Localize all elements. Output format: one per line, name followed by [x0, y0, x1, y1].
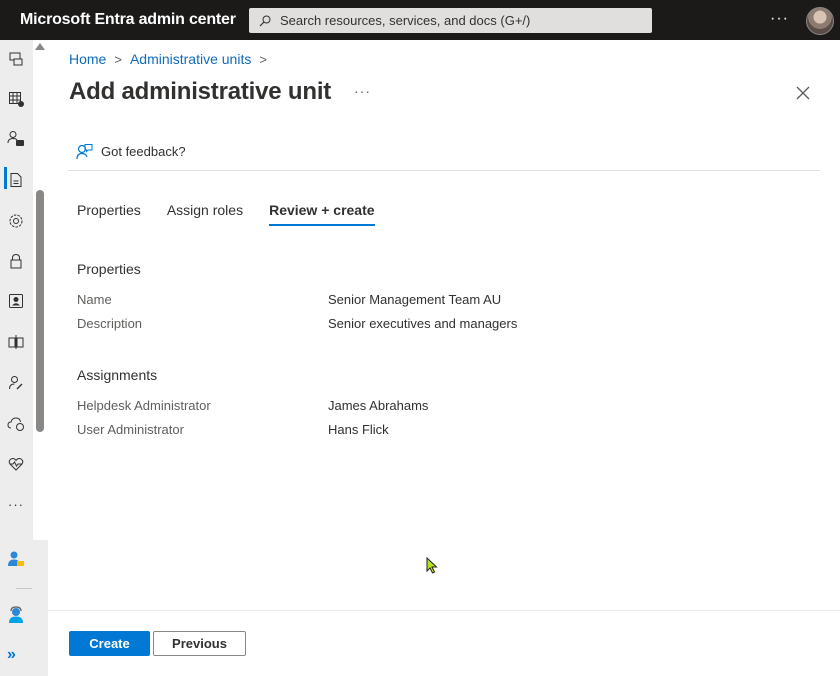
- user-avatar[interactable]: [806, 7, 834, 35]
- close-icon: [796, 86, 810, 100]
- mouse-cursor-icon: [426, 556, 438, 579]
- more-icon[interactable]: ···: [7, 495, 25, 513]
- applications-grid-icon[interactable]: [7, 90, 25, 108]
- assignee-value: James Abrahams: [328, 398, 429, 413]
- identity-governance-icon[interactable]: [7, 292, 25, 310]
- left-navigation-bottom: »: [0, 540, 48, 676]
- page-more-button[interactable]: ···: [354, 83, 371, 99]
- review-row-helpdesk-admin: Helpdesk Administrator James Abrahams: [77, 398, 428, 413]
- search-icon: [259, 15, 271, 26]
- review-row-user-admin: User Administrator Hans Flick: [77, 422, 389, 437]
- external-identities-icon[interactable]: [7, 333, 25, 351]
- tab-properties[interactable]: Properties: [77, 202, 141, 226]
- create-button[interactable]: Create: [69, 631, 150, 656]
- user-admin-icon[interactable]: [7, 550, 25, 573]
- health-icon[interactable]: [7, 455, 25, 473]
- expand-icon[interactable]: »: [7, 646, 16, 664]
- search-placeholder: Search resources, services, and docs (G+…: [280, 13, 531, 28]
- main-panel: Home > Administrative units > Add admini…: [48, 40, 840, 676]
- field-label: Name: [77, 292, 112, 307]
- field-value: Senior executives and managers: [328, 316, 518, 331]
- role-label: Helpdesk Administrator: [77, 398, 211, 413]
- lock-icon[interactable]: [7, 252, 25, 270]
- nav-separator: [16, 588, 32, 589]
- field-label: Description: [77, 316, 143, 331]
- review-row-description: Description Senior executives and manage…: [77, 316, 517, 331]
- search-input[interactable]: Search resources, services, and docs (G+…: [249, 8, 652, 33]
- scrollbar-thumb[interactable]: [36, 190, 44, 432]
- tab-review-create[interactable]: Review + create: [269, 202, 375, 226]
- support-agent-icon[interactable]: [7, 606, 25, 629]
- previous-button[interactable]: Previous: [153, 631, 246, 656]
- chevron-right-icon: >: [114, 51, 122, 67]
- chevron-right-icon: >: [259, 51, 267, 67]
- assignments-heading: Assignments: [77, 367, 158, 383]
- settings-icon[interactable]: [7, 212, 25, 230]
- header-divider: [68, 170, 820, 171]
- feedback-icon: [76, 144, 93, 160]
- feedback-label: Got feedback?: [101, 144, 186, 159]
- user-edit-icon[interactable]: [7, 374, 25, 392]
- tab-assign-roles[interactable]: Assign roles: [167, 202, 243, 226]
- page-title: Add administrative unit: [69, 78, 332, 105]
- breadcrumb: Home > Administrative units >: [69, 51, 275, 67]
- administrative-units-icon[interactable]: [7, 130, 25, 148]
- footer-divider: [48, 610, 840, 611]
- app-title[interactable]: Microsoft Entra admin center: [20, 11, 248, 29]
- review-row-name: Name Senior Management Team AU: [77, 292, 501, 307]
- breadcrumb-home[interactable]: Home: [69, 51, 106, 67]
- document-icon[interactable]: [7, 171, 25, 189]
- assignee-value: Hans Flick: [328, 422, 389, 437]
- scroll-up-arrow[interactable]: [35, 43, 45, 50]
- close-button[interactable]: [796, 86, 810, 100]
- devices-icon[interactable]: [7, 50, 25, 68]
- properties-heading: Properties: [77, 261, 141, 277]
- field-value: Senior Management Team AU: [328, 292, 502, 307]
- wizard-tabs: Properties Assign roles Review + create: [77, 202, 401, 226]
- breadcrumb-administrative-units[interactable]: Administrative units: [130, 51, 251, 67]
- cloud-sync-icon[interactable]: [7, 415, 25, 433]
- more-options-button[interactable]: ···: [770, 10, 789, 28]
- role-label: User Administrator: [77, 422, 184, 437]
- top-bar: Microsoft Entra admin center Search reso…: [0, 0, 840, 40]
- feedback-button[interactable]: Got feedback?: [76, 143, 186, 160]
